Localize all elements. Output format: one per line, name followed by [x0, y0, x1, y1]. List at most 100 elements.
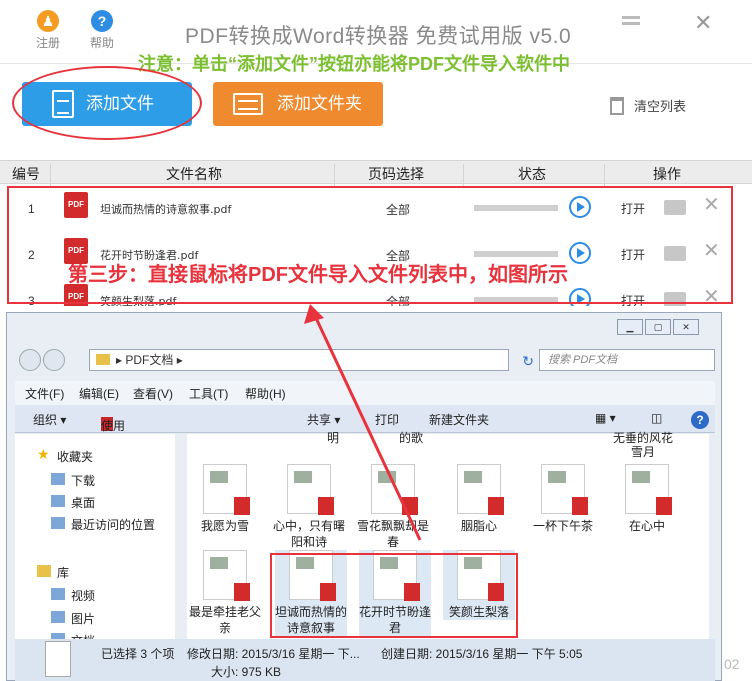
file-item[interactable]: 胭脂心 [443, 464, 515, 534]
pdf-thumbnail-icon [203, 550, 250, 601]
nav-pictures[interactable]: 图片 [51, 610, 95, 627]
nav-label: 收藏夹 [57, 450, 94, 464]
path-separator: ▸ [116, 353, 123, 367]
refresh-icon[interactable]: ↻ [522, 351, 534, 371]
nav-downloads[interactable]: 下载 [51, 472, 95, 489]
register-label: 注册 [35, 36, 60, 50]
maximize-icon[interactable]: ▢ [645, 319, 671, 335]
address-bar[interactable]: ▸ PDF文档 ▸ ↻ [89, 349, 534, 371]
add-folder-button[interactable]: 添加文件夹 [213, 82, 383, 126]
register-button[interactable]: 注册 [28, 10, 68, 51]
picture-icon [51, 611, 65, 623]
nav-label: 最近访问的位置 [71, 518, 156, 532]
share-button[interactable]: 共享 ▾ [307, 411, 340, 428]
file-item[interactable]: 雪花飘飘却是春 [357, 464, 429, 550]
preview-pane-icon[interactable]: ◫ [651, 411, 662, 425]
file-label: 在心中 [628, 519, 665, 533]
navigation-pane: ★收藏夹 下载 桌面 最近访问的位置 库 视频 图片 文档 [15, 434, 175, 640]
file-size: 大小: 975 KB [211, 665, 282, 679]
header-pages: 页码选择 [368, 166, 424, 182]
pdf-thumbnail-icon [541, 464, 588, 515]
trash-icon [610, 97, 624, 115]
video-icon [51, 588, 65, 600]
nav-desktop[interactable]: 桌面 [51, 494, 95, 511]
header-num: 编号 [12, 166, 40, 182]
help-icon[interactable]: ? [691, 411, 709, 429]
forward-icon[interactable] [43, 349, 65, 371]
nav-label: 视频 [71, 589, 96, 603]
user-icon [37, 10, 59, 32]
selection-count: 已选择 3 个项 [101, 647, 175, 661]
menu-edit[interactable]: 编辑(E) [79, 385, 119, 402]
header-actions: 操作 [653, 166, 681, 182]
file-label-cut: 无垂的风花 [612, 431, 673, 444]
file-item[interactable]: 一杯下午茶 [527, 464, 599, 534]
file-item[interactable]: 我愿为雪 [189, 464, 261, 534]
nav-label: 图片 [71, 612, 96, 626]
nav-libraries[interactable]: 库 [37, 564, 69, 581]
window-controls: ▁ ▢ ✕ [617, 319, 701, 335]
file-label: 最是牵挂老父亲 [189, 605, 262, 635]
minimize-icon[interactable]: ▁ [617, 319, 643, 335]
download-folder-icon [51, 473, 65, 485]
clear-list-label: 清空列表 [634, 99, 687, 114]
command-bar: 组织 ▾ 使用 Adobe Reader XI 打开 共享 ▾ 打印 新建文件夹… [15, 405, 715, 478]
close-icon[interactable]: ✕ [694, 10, 712, 36]
menu-view[interactable]: 查看(V) [133, 385, 173, 402]
pdf-thumbnail-icon [203, 464, 250, 515]
highlight-ellipse [12, 66, 202, 140]
file-item[interactable]: 在心中 [611, 464, 683, 534]
file-label: 一杯下午茶 [532, 519, 593, 533]
pdf-thumbnail-icon [625, 464, 672, 515]
details-pane: 已选择 3 个项 修改日期: 2015/3/16 星期一 下... 创建日期: … [15, 639, 715, 681]
help-icon: ? [91, 10, 113, 32]
clear-list-button[interactable]: 清空列表 [610, 96, 686, 115]
partial-text: 02 [724, 656, 740, 672]
menu-bar: 文件(F) 编辑(E) 查看(V) 工具(T) 帮助(H) [15, 381, 715, 405]
file-label-cut: 明 [326, 431, 339, 444]
table-header: 编号 文件名称 页码选择 状态 操作 [0, 160, 752, 188]
selection-highlight-box [270, 553, 518, 638]
file-label: 心中，只有曙阳和诗 [273, 519, 346, 549]
nav-buttons [19, 349, 67, 374]
search-input[interactable]: 搜索 PDF文档 [539, 349, 715, 371]
menu-tools[interactable]: 工具(T) [189, 385, 228, 402]
view-options-icon[interactable]: ▦ ▾ [595, 411, 616, 425]
created-date: 创建日期: 2015/3/16 星期一 下午 5:05 [381, 647, 583, 661]
folder-icon [96, 354, 110, 365]
file-item[interactable]: 最是牵挂老父亲 [189, 550, 261, 636]
nav-favorites[interactable]: ★ 收藏夹 [37, 446, 94, 465]
organize-button[interactable]: 组织 ▾ [33, 411, 66, 428]
close-icon[interactable]: ✕ [673, 319, 699, 335]
file-label: 胭脂心 [460, 519, 497, 533]
menu-file[interactable]: 文件(F) [25, 385, 64, 402]
file-label-cut: 雪月 [630, 445, 655, 459]
nav-label: 库 [57, 566, 70, 580]
star-icon: ★ [37, 446, 50, 462]
pdf-thumbnail-icon [371, 464, 418, 515]
path-separator: ▸ [176, 353, 183, 367]
file-item[interactable]: 心中，只有曙阳和诗 [273, 464, 345, 550]
pdf-thumbnail-icon [457, 464, 504, 515]
desktop-icon [51, 495, 65, 507]
menu-icon[interactable] [622, 16, 640, 30]
header-status: 状态 [518, 166, 546, 182]
notice-text: 注意：单击“添加文件”按钮亦能将PDF文件导入软件中 [138, 54, 570, 74]
nav-videos[interactable]: 视频 [51, 587, 95, 604]
help-label: 帮助 [89, 36, 114, 50]
folder-icon [233, 93, 263, 115]
back-icon[interactable] [19, 349, 41, 371]
app-title-bar: 注册 ? 帮助 PDF转换成Word转换器 免费试用版 v5.0 注意：单击“添… [0, 0, 752, 74]
help-button[interactable]: ? 帮助 [82, 10, 122, 51]
nav-label: 下载 [71, 474, 96, 488]
file-label: 我愿为雪 [200, 519, 249, 533]
app-title: PDF转换成Word转换器 免费试用版 v5.0 [185, 25, 572, 48]
file-label-cut: 的歌 [398, 431, 423, 444]
new-folder-button[interactable]: 新建文件夹 [429, 411, 489, 428]
step3-annotation: 第三步：直接鼠标将PDF文件导入文件列表中，如图所示 [68, 264, 568, 286]
add-folder-label: 添加文件夹 [277, 94, 362, 113]
menu-help[interactable]: 帮助(H) [245, 385, 286, 402]
print-button[interactable]: 打印 [375, 411, 399, 428]
recent-places-icon [51, 517, 65, 529]
nav-recent[interactable]: 最近访问的位置 [51, 516, 155, 533]
